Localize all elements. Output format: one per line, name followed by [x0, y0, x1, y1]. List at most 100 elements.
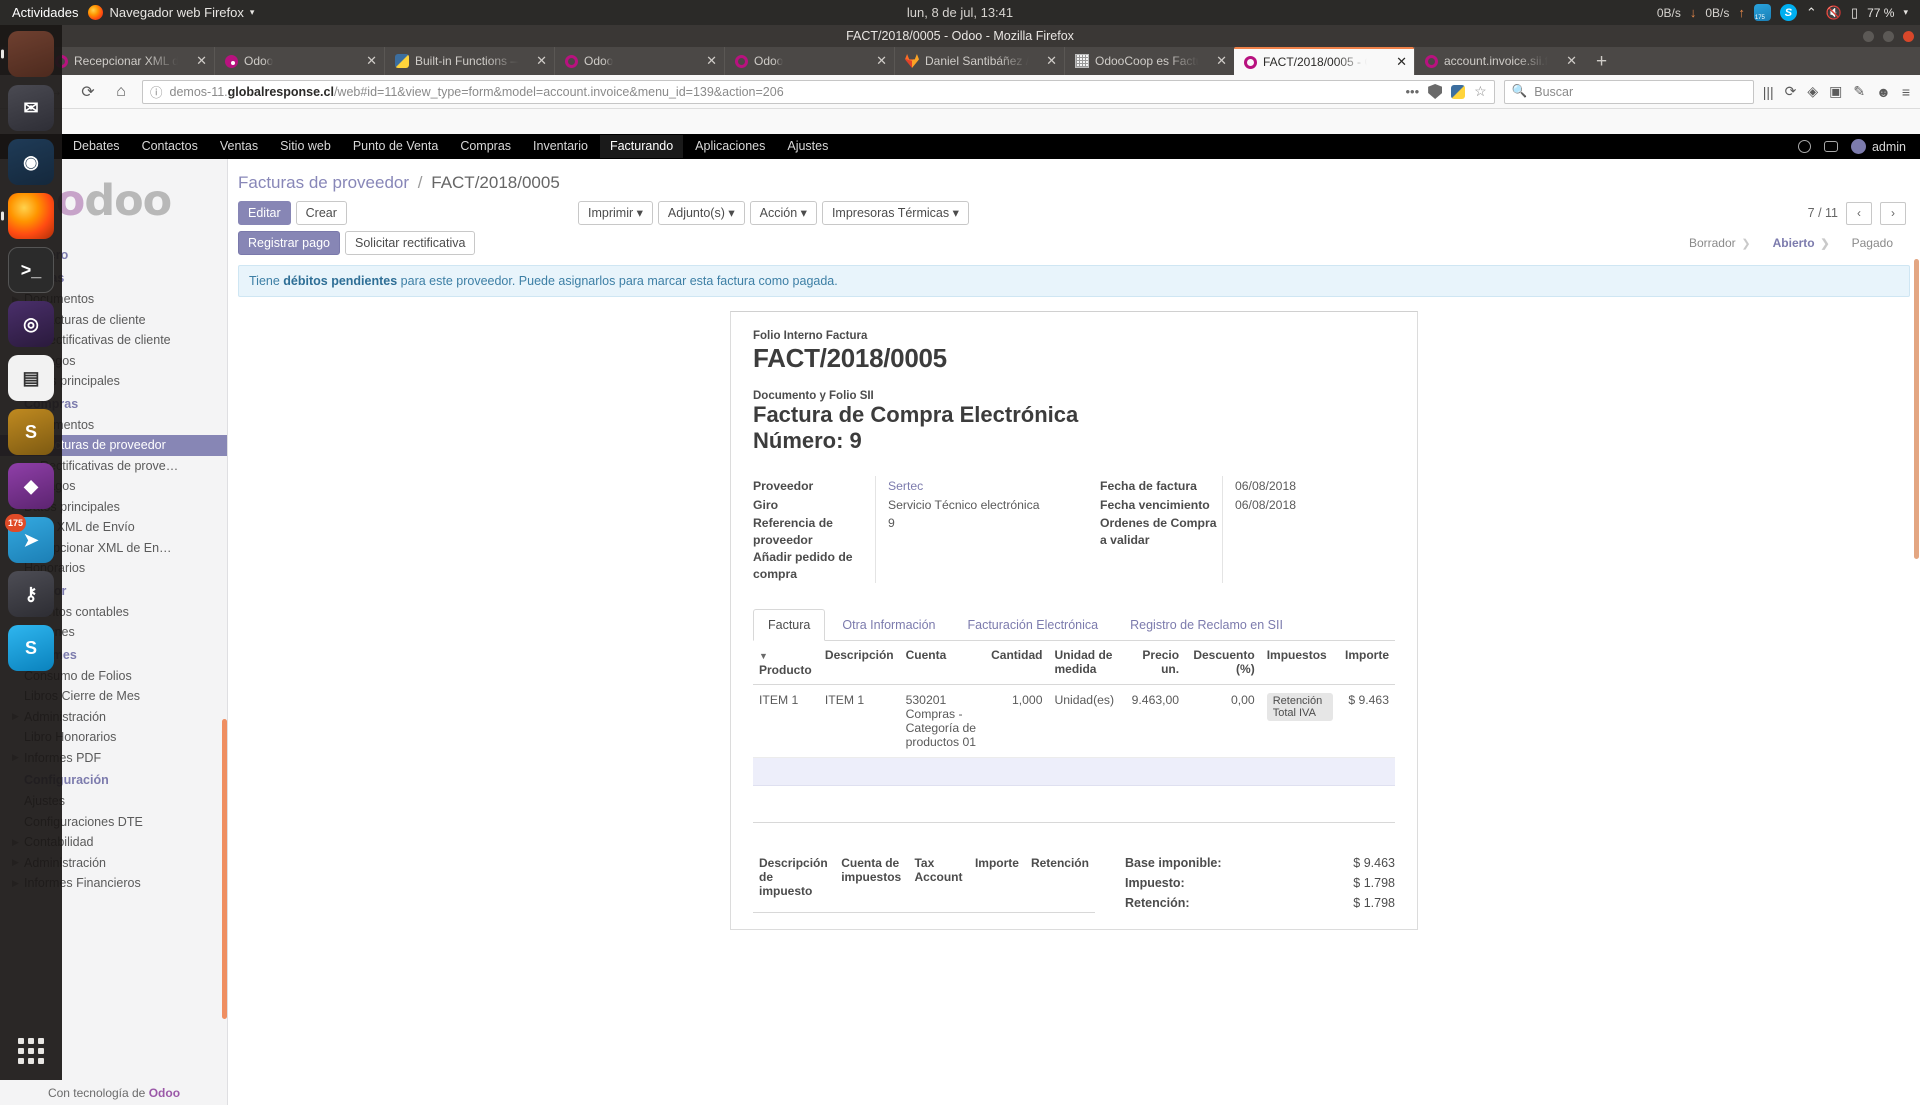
column-header[interactable]: Unidad de medida	[1048, 641, 1124, 685]
tab-factura[interactable]: Factura	[753, 609, 825, 641]
close-tab-icon[interactable]: ✕	[1040, 53, 1057, 69]
wifi-icon[interactable]: ⌃	[1806, 5, 1817, 21]
page-info-icon[interactable]: ⓘ	[150, 82, 163, 101]
attachments-dropdown-button[interactable]: Adjunto(s) ▾	[658, 201, 745, 225]
column-header[interactable]: Descripción	[819, 641, 900, 685]
browser-tab[interactable]: Odoo✕	[724, 47, 894, 75]
alert-text-bold[interactable]: débitos pendientes	[283, 274, 397, 288]
dock-icon-mail[interactable]: ✉	[8, 85, 54, 131]
odoo-brand-link[interactable]: Odoo	[149, 1086, 180, 1100]
tracking-protection-icon[interactable]	[1428, 84, 1442, 99]
topnav-item-contactos[interactable]: Contactos	[131, 134, 209, 159]
show-applications-button[interactable]	[16, 1036, 46, 1066]
account-icon[interactable]: ☻	[1876, 84, 1891, 100]
user-menu[interactable]: admin	[1851, 139, 1906, 154]
add-line-row[interactable]	[753, 786, 1395, 816]
addon-icon[interactable]: ✎	[1853, 83, 1865, 100]
close-tab-icon[interactable]: ✕	[700, 53, 717, 69]
system-menu-chevron-icon[interactable]: ▾	[1903, 7, 1908, 18]
previous-record-button[interactable]: ‹	[1846, 202, 1872, 225]
tab-registro-de-reclamo-en-sii[interactable]: Registro de Reclamo en SII	[1115, 609, 1298, 641]
register-payment-button[interactable]: Registrar pago	[238, 231, 340, 255]
minimize-button[interactable]	[1863, 31, 1874, 42]
browser-tab[interactable]: account.invoice.sii.fo✕	[1414, 47, 1584, 75]
gnome-clock[interactable]: lun, 8 de jul, 13:41	[0, 5, 1920, 20]
create-button[interactable]: Crear	[296, 201, 347, 225]
dock-icon-skype[interactable]: S	[8, 625, 54, 671]
browser-tab[interactable]: Daniel Santibáñez / l1✕	[894, 47, 1064, 75]
topnav-item-compras[interactable]: Compras	[449, 134, 522, 159]
library-icon[interactable]: |||	[1763, 84, 1774, 100]
edit-button[interactable]: Editar	[238, 201, 291, 225]
status-pagado[interactable]: Pagado	[1832, 236, 1910, 250]
activity-icon[interactable]	[1798, 140, 1811, 153]
column-header[interactable]: Descuento (%)	[1185, 641, 1261, 685]
volume-muted-icon[interactable]: 🔇	[1826, 5, 1842, 21]
column-header[interactable]: Cuenta	[900, 641, 986, 685]
page-actions-icon[interactable]: •••	[1405, 84, 1419, 99]
thermal-printers-dropdown-button[interactable]: Impresoras Térmicas ▾	[822, 201, 969, 225]
close-tab-icon[interactable]: ✕	[870, 53, 887, 69]
dock-icon-keys[interactable]: ⚷	[8, 571, 54, 617]
request-credit-note-button[interactable]: Solicitar rectificativa	[345, 231, 475, 255]
sync-icon[interactable]: ⟳	[1785, 83, 1797, 100]
close-tab-icon[interactable]: ✕	[1560, 53, 1577, 69]
dock-icon-calendar[interactable]: ▤	[8, 355, 54, 401]
browser-tab[interactable]: Recepcionar XML de E✕	[44, 47, 214, 75]
sidebar-scrollbar[interactable]	[222, 719, 227, 1019]
close-tab-icon[interactable]: ✕	[1210, 53, 1227, 69]
skype-tray-icon[interactable]: S	[1780, 4, 1797, 21]
browser-tab[interactable]: FACT/2018/0005 - Odo✕	[1234, 47, 1414, 75]
search-bar[interactable]: 🔍 Buscar	[1504, 80, 1754, 104]
reload-button[interactable]: ⟳	[76, 82, 100, 102]
breadcrumb-root[interactable]: Facturas de proveedor	[238, 173, 409, 192]
dock-icon-files[interactable]	[8, 31, 54, 77]
shield-addon-icon[interactable]: ◈	[1807, 83, 1818, 100]
dock-icon-gem[interactable]: ◆	[8, 463, 54, 509]
home-button[interactable]: ⌂	[109, 83, 133, 101]
tab-otra-informaci-n[interactable]: Otra Información	[827, 609, 950, 641]
topnav-item-inventario[interactable]: Inventario	[522, 134, 599, 159]
sort-caret-icon[interactable]: ▼	[759, 651, 768, 661]
dock-icon-telegram[interactable]: ➤175	[8, 517, 54, 563]
status-abierto[interactable]: Abierto❯	[1753, 236, 1832, 250]
action-dropdown-button[interactable]: Acción ▾	[750, 201, 817, 225]
column-header[interactable]: ▼ Producto	[753, 641, 819, 685]
column-header[interactable]: Cantidad	[985, 641, 1048, 685]
topnav-item-sitio-web[interactable]: Sitio web	[269, 134, 342, 159]
dock-icon-software[interactable]: ◎	[8, 301, 54, 347]
maximize-button[interactable]	[1883, 31, 1894, 42]
hamburger-menu-icon[interactable]: ≡	[1902, 84, 1910, 100]
telegram-tray-icon[interactable]	[1754, 4, 1771, 21]
next-record-button[interactable]: ›	[1880, 202, 1906, 225]
topnav-item-ajustes[interactable]: Ajustes	[776, 134, 839, 159]
column-header[interactable]: Impuestos	[1261, 641, 1339, 685]
close-tab-icon[interactable]: ✕	[360, 53, 377, 69]
supplier-field-value[interactable]: Sertec	[888, 476, 1074, 496]
column-header[interactable]: Precio un.	[1125, 641, 1186, 685]
browser-tab[interactable]: Odoo✕	[554, 47, 724, 75]
container-icon[interactable]: ▣	[1829, 83, 1842, 100]
tab-facturaci-n-electr-nica[interactable]: Facturación Electrónica	[952, 609, 1113, 641]
column-header[interactable]: Importe	[1339, 641, 1395, 685]
status-borrador[interactable]: Borrador❯	[1669, 236, 1753, 250]
invoice-line-row[interactable]: ITEM 1ITEM 1530201 Compras - Categoría d…	[753, 684, 1395, 757]
close-tab-icon[interactable]: ✕	[1390, 54, 1407, 70]
dock-icon-sublime[interactable]: S	[8, 409, 54, 455]
messages-icon[interactable]	[1824, 141, 1838, 152]
print-dropdown-button[interactable]: Imprimir ▾	[578, 201, 653, 225]
browser-tab[interactable]: Built-in Functions — P✕	[384, 47, 554, 75]
dock-icon-firefox[interactable]	[8, 193, 54, 239]
topnav-item-aplicaciones[interactable]: Aplicaciones	[684, 134, 776, 159]
topnav-item-ventas[interactable]: Ventas	[209, 134, 269, 159]
invoice-lines-empty-band[interactable]	[753, 758, 1395, 786]
close-tab-icon[interactable]: ✕	[190, 53, 207, 69]
dock-icon-thunderbird[interactable]: ◉	[8, 139, 54, 185]
address-bar[interactable]: ⓘ demos-11.globalresponse.cl/web#id=11&v…	[142, 80, 1495, 104]
app-menu-firefox[interactable]: Navegador web Firefox ▾	[88, 5, 254, 20]
main-scrollbar[interactable]	[1914, 259, 1919, 559]
browser-tab[interactable]: Odoo✕	[214, 47, 384, 75]
bookmark-star-icon[interactable]: ☆	[1474, 83, 1487, 100]
close-window-button[interactable]	[1903, 31, 1914, 42]
new-tab-button[interactable]: +	[1584, 49, 1619, 75]
